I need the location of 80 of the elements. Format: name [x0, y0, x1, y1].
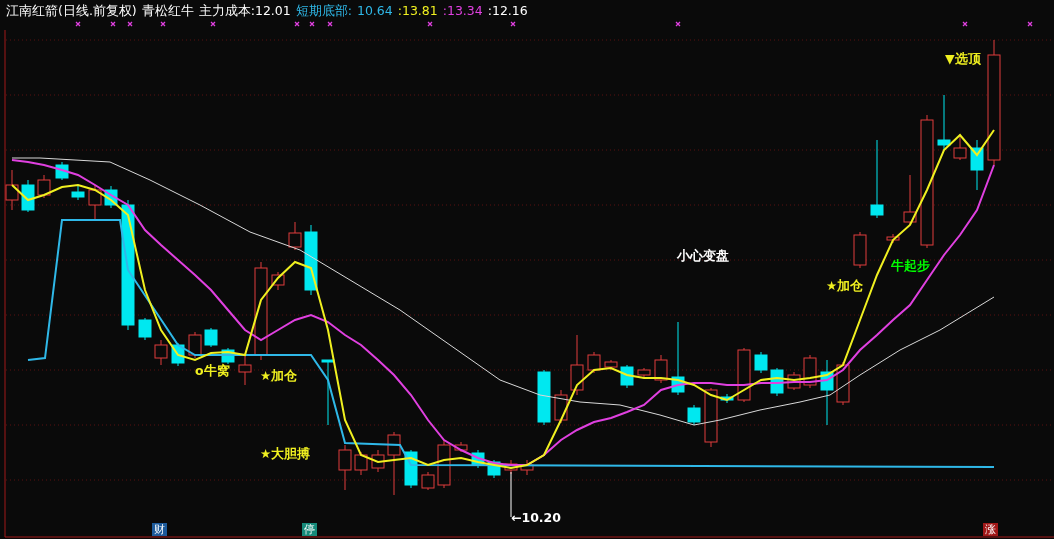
candlestick — [55, 161, 69, 181]
header-text: 青松红牛 — [141, 3, 194, 20]
candlestick — [970, 139, 984, 191]
candlestick — [104, 185, 118, 209]
leader-line — [510, 471, 512, 518]
header-text: :13.34 — [442, 3, 483, 20]
candlestick — [820, 359, 834, 426]
candlestick — [421, 471, 435, 491]
candlestick — [471, 449, 485, 469]
candlestick — [720, 393, 734, 404]
chart-label: ★大胆搏 — [260, 446, 311, 461]
cross-icon — [110, 21, 116, 27]
event-badge[interactable]: 涨 — [983, 523, 998, 536]
header-text: 江南红箭(日线.前复权) — [6, 3, 137, 20]
candlestick — [371, 449, 385, 473]
candlestick — [188, 331, 202, 359]
candlestick — [71, 184, 85, 201]
chart-label: 小心变盘 — [677, 248, 729, 263]
cross-icon — [327, 21, 333, 27]
cross-icon — [160, 21, 166, 27]
candlestick — [238, 354, 252, 386]
header-text: 短期底部: — [295, 3, 352, 20]
candlestick — [604, 359, 618, 371]
chart-label: ▼选顶 — [945, 51, 981, 66]
candlestick — [754, 351, 768, 374]
candlestick — [338, 444, 352, 491]
cross-icon — [510, 21, 516, 27]
chart-label: o牛窝 — [195, 363, 230, 378]
candlestick — [354, 451, 368, 476]
candlestick — [537, 369, 551, 426]
cross-icon — [427, 21, 433, 27]
cross-icon — [309, 21, 315, 27]
candlestick — [37, 174, 51, 199]
candlestick — [504, 459, 518, 475]
cross-icon — [75, 21, 81, 27]
candlestick — [454, 441, 468, 453]
candlestick — [953, 134, 967, 161]
candlestick — [138, 317, 152, 341]
candlestick — [787, 371, 801, 391]
candlestick — [271, 271, 285, 291]
candlestick — [437, 439, 451, 489]
candlestick — [88, 184, 102, 221]
header-text: 主力成本:12.01 — [198, 3, 291, 20]
header-text: 10.64 — [356, 3, 393, 20]
candlestick — [637, 367, 651, 379]
candlestick — [321, 359, 335, 426]
candlestick — [853, 231, 867, 269]
candlestick — [154, 339, 168, 366]
candlestick — [886, 233, 900, 244]
candlestick — [520, 459, 534, 476]
candlestick — [554, 389, 568, 424]
header-text: :13.81 — [397, 3, 438, 20]
candlestick — [654, 354, 668, 384]
candlestick — [387, 431, 401, 496]
event-badge[interactable]: 停 — [302, 523, 317, 536]
candlestick — [587, 351, 601, 374]
candlestick — [704, 387, 718, 448]
candlestick — [5, 169, 19, 211]
chart-label: ★加仓 — [260, 368, 298, 383]
cross-icon — [1027, 21, 1033, 27]
cross-icon — [127, 21, 133, 27]
chart-label: ←10.20 — [511, 510, 561, 525]
event-badge[interactable]: 财 — [152, 523, 167, 536]
chart-label: 牛起步 — [891, 258, 930, 273]
cross-icon — [294, 21, 300, 27]
candlestick — [288, 221, 302, 251]
candlestick — [737, 347, 751, 403]
cross-icon — [962, 21, 968, 27]
chart-label: ★加仓 — [826, 278, 864, 293]
candlestick — [487, 459, 501, 479]
candlestick — [937, 94, 951, 151]
cross-icon — [675, 21, 681, 27]
header-text: :12.16 — [487, 3, 528, 20]
candlestick — [687, 404, 701, 426]
candlestick — [570, 334, 584, 396]
candlestick — [204, 327, 218, 348]
candlestick — [903, 174, 917, 226]
cross-icon — [210, 21, 216, 27]
candlestick — [620, 364, 634, 389]
candlestick — [304, 224, 318, 296]
